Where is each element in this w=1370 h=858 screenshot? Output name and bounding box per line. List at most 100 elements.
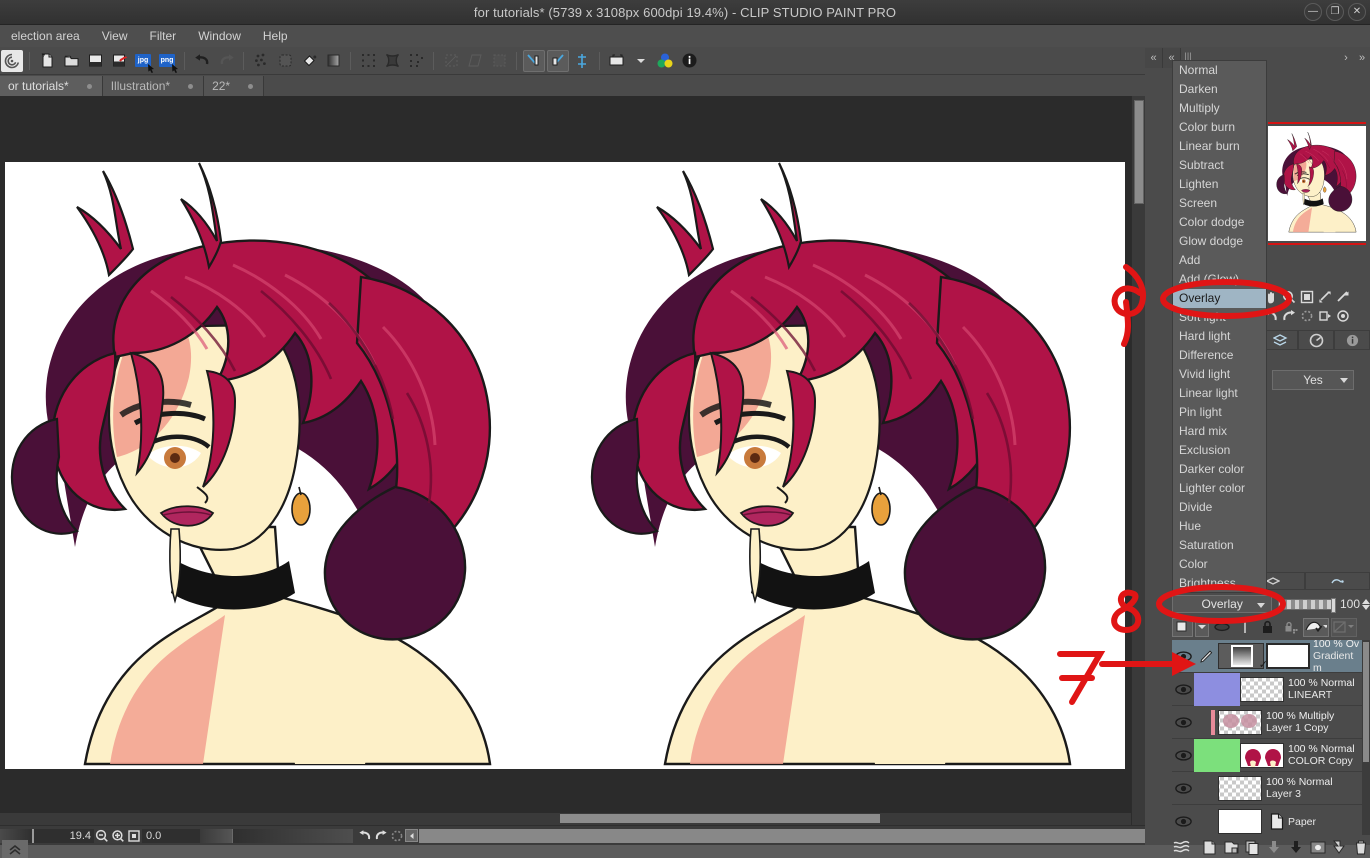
layer-list[interactable]: ✓ 100 % Ov Gradient m 100 % Normal LINEA… [1172,638,1362,838]
mask-enable-icon[interactable] [1303,617,1329,637]
doc-tab-22[interactable]: 22* [204,76,265,96]
blend-item-exclusion[interactable]: Exclusion [1173,441,1266,460]
doc-tab-close-dot[interactable] [86,83,92,89]
blend-item-difference[interactable]: Difference [1173,346,1266,365]
navigator-tab[interactable] [1298,330,1334,350]
minimize-button[interactable]: — [1304,3,1322,21]
blend-item-overlay[interactable]: Overlay [1173,289,1266,308]
blend-item-vivid-light[interactable]: Vivid light [1173,365,1266,384]
close-button[interactable]: ✕ [1348,3,1366,21]
new-raster-layer-icon[interactable] [1200,839,1219,855]
delete-layer-icon[interactable] [1351,839,1370,855]
mask-disable-icon[interactable] [1331,617,1357,637]
opacity-slider-knob[interactable] [1330,597,1336,613]
blend-item-subtract[interactable]: Subtract [1173,156,1266,175]
info-icon[interactable] [678,50,700,72]
blend-item-darken[interactable]: Darken [1173,80,1266,99]
fill-selection-icon[interactable] [274,50,296,72]
blend-item-divide[interactable]: Divide [1173,498,1266,517]
merge-down-icon[interactable] [1265,839,1284,855]
layer-visibility-toggle[interactable] [1172,640,1194,673]
save-icon[interactable] [84,50,106,72]
zoom-value[interactable]: 19.4 [34,828,94,843]
rotate-cw-icon[interactable] [1280,307,1297,324]
fit-to-screen-icon[interactable] [110,828,126,844]
gradient-icon[interactable] [322,50,344,72]
ruler-snap-icon[interactable] [571,50,593,72]
clear-icon[interactable] [250,50,272,72]
blend-item-linear-burn[interactable]: Linear burn [1173,137,1266,156]
layer-thumbnail[interactable] [1240,742,1284,768]
collapse-left-icon[interactable]: « [1145,48,1163,68]
record-icon[interactable] [1334,307,1351,324]
menu-filter[interactable]: Filter [139,27,188,45]
menu-help[interactable]: Help [252,27,299,45]
zoom-out-icon[interactable] [94,828,110,844]
layer-color-tag[interactable] [1194,738,1240,772]
undo-icon[interactable] [191,50,213,72]
blend-item-pin-light[interactable]: Pin light [1173,403,1266,422]
tool-detail-yes-dropdown[interactable]: Yes [1272,370,1354,390]
dock-menu-icon[interactable]: » [1354,52,1370,64]
scrollbar-thumb[interactable] [1363,642,1369,762]
export-png-icon[interactable]: png [156,50,178,73]
layer-row-layer-3[interactable]: 100 % Normal Layer 3 [1172,772,1362,805]
layer-mask-icon[interactable] [1308,839,1327,855]
canvas-horizontal-scrollbar[interactable] [0,813,1131,825]
scrollbar-thumb[interactable] [560,814,880,823]
open-folder-icon[interactable] [60,50,82,72]
blend-item-lighter-color[interactable]: Lighter color [1173,479,1266,498]
rotation-slider[interactable] [233,828,353,843]
blend-item-brightness[interactable]: Brightness [1173,574,1266,592]
layer-palette-icon[interactable] [1172,839,1191,855]
export-jpg-icon[interactable]: jpg [132,50,154,73]
blend-item-hard-mix[interactable]: Hard mix [1173,422,1266,441]
layer-thumbnail[interactable] [1218,775,1262,801]
doc-tab-close-dot[interactable] [188,83,194,89]
rotate-right-icon[interactable] [373,828,389,844]
redo-icon[interactable] [215,50,237,72]
canvas-preset-icon[interactable] [606,50,628,72]
blend-item-color-burn[interactable]: Color burn [1173,118,1266,137]
chevron-down-icon[interactable] [630,50,652,72]
layer-visibility-toggle[interactable] [1172,706,1194,739]
canvas-vertical-scrollbar[interactable] [1131,96,1145,825]
info-tab[interactable] [1334,330,1370,350]
doc-tab-illustration[interactable]: Illustration* [102,76,205,96]
layer-visibility-toggle[interactable] [1172,805,1194,838]
layer-thumbnail[interactable] [1218,809,1262,834]
doc-tab-for-tutorials[interactable]: or tutorials* [0,76,103,96]
layer-color-tag[interactable] [1194,672,1240,706]
blend-item-glow-dodge[interactable]: Glow dodge [1173,232,1266,251]
clipstudio-logo-icon[interactable] [1,49,23,72]
layer-blend-combo[interactable]: Overlay [1172,595,1273,613]
navigator-thumbnail[interactable] [1268,126,1366,241]
canvas-paper[interactable] [5,162,1125,769]
ruler-icon[interactable] [1234,618,1255,637]
flip-canvas-icon[interactable] [1316,288,1333,305]
blend-mode-dropdown-list[interactable]: Normal Darken Multiply Color burn Linear… [1172,60,1267,593]
combine-icon[interactable] [1287,839,1306,855]
menu-selection-area[interactable]: election area [0,27,91,45]
status-collapse-icon[interactable] [405,829,418,842]
layer-property-tab-icon[interactable] [1305,572,1370,590]
blend-item-darker-color[interactable]: Darker color [1173,460,1266,479]
save-as-icon[interactable] [108,50,130,72]
layer-color-tag[interactable] [1194,772,1218,805]
canvas-area[interactable] [0,96,1145,825]
layer-visibility-toggle[interactable] [1172,772,1194,805]
blend-item-screen[interactable]: Screen [1173,194,1266,213]
opacity-stepper[interactable] [1362,598,1370,610]
blend-item-color-dodge[interactable]: Color dodge [1173,213,1266,232]
blend-item-linear-light[interactable]: Linear light [1173,384,1266,403]
transfer-icon[interactable] [1330,839,1349,855]
blend-item-add-glow[interactable]: Add (Glow) [1173,270,1266,289]
blend-item-color[interactable]: Color [1173,555,1266,574]
layer-mask-thumbnail[interactable] [1266,643,1310,669]
fill-bucket-icon[interactable] [298,50,320,72]
layer-thumbnail[interactable] [1240,676,1284,702]
flip-vertical-icon[interactable] [547,49,569,72]
status-track[interactable] [419,828,1170,843]
layer-property-tab[interactable] [1262,330,1298,350]
expand-panel-button[interactable] [2,840,28,858]
